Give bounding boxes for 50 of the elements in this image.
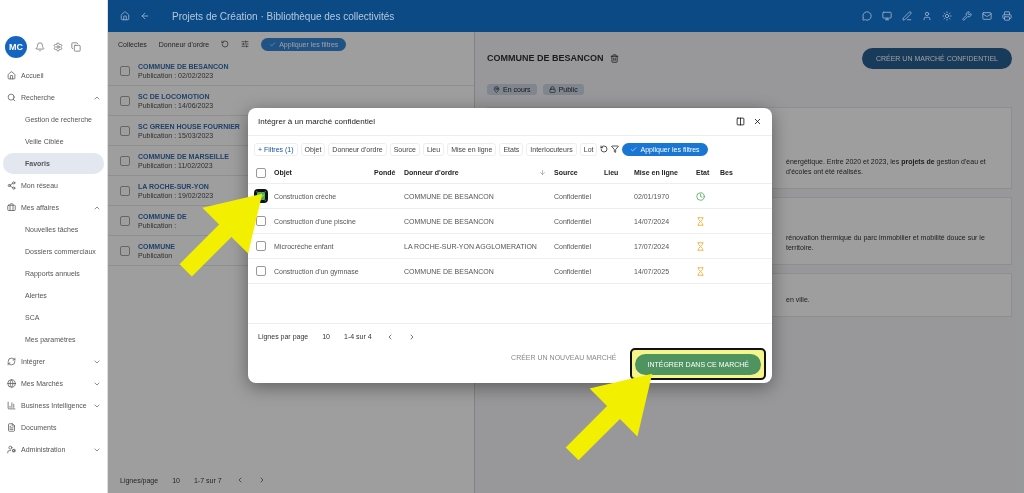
sun-icon[interactable] — [942, 11, 952, 21]
user-settings-icon — [7, 445, 16, 454]
row-checkbox[interactable] — [120, 185, 130, 196]
briefcase-icon — [7, 203, 16, 212]
row-checkbox[interactable] — [120, 125, 130, 136]
detail-title: COMMUNE DE BESANCON — [487, 53, 604, 63]
map-pin-icon — [493, 86, 500, 93]
row-checkbox[interactable] — [120, 95, 130, 106]
row-checkbox[interactable] — [256, 241, 266, 251]
back-arrow-icon[interactable] — [140, 11, 150, 21]
undo-icon[interactable] — [221, 40, 230, 48]
sliders-icon[interactable] — [241, 40, 250, 48]
copy-icon[interactable] — [71, 42, 81, 52]
search-icon — [7, 93, 16, 102]
row-checkbox[interactable] — [256, 266, 266, 276]
page-title: Projets de Création · Bibliothèque des collectivités — [172, 10, 396, 22]
settings-icon[interactable] — [53, 42, 63, 52]
user-icon[interactable] — [922, 11, 932, 21]
row-checkbox[interactable] — [120, 155, 130, 166]
mail-icon[interactable] — [982, 11, 992, 21]
user-avatar[interactable]: MC — [5, 36, 27, 58]
printer-icon[interactable] — [1002, 11, 1012, 21]
undo-icon[interactable] — [600, 145, 609, 153]
row-checkbox[interactable] — [256, 216, 266, 226]
row-checkbox[interactable] — [120, 245, 130, 256]
wrench-icon[interactable] — [962, 11, 972, 21]
row-checkbox[interactable] — [120, 65, 130, 76]
columns-icon[interactable] — [736, 117, 745, 126]
lock-icon — [548, 86, 556, 93]
row-checkbox[interactable] — [120, 215, 130, 226]
check-icon — [269, 40, 277, 48]
monitor-icon[interactable] — [882, 11, 892, 21]
select-all-checkbox[interactable] — [256, 167, 266, 178]
share-icon — [7, 181, 16, 190]
trash-icon[interactable] — [609, 53, 619, 63]
bar-chart-icon — [7, 401, 16, 410]
bell-icon[interactable] — [35, 42, 45, 52]
pen-icon[interactable] — [902, 11, 912, 21]
chat-icon[interactable] — [862, 11, 872, 21]
document-icon — [7, 423, 16, 432]
filter-icon[interactable] — [611, 145, 620, 153]
close-icon[interactable] — [753, 117, 762, 126]
home-icon[interactable] — [120, 11, 130, 21]
globe-icon — [7, 379, 16, 388]
check-icon — [630, 145, 638, 153]
row-checkbox[interactable] — [256, 191, 266, 201]
home-icon — [7, 71, 16, 80]
sort-arrow-icon[interactable] — [539, 169, 546, 176]
refresh-icon — [7, 357, 16, 366]
dialog-title: Intégrer à un marché confidentiel — [258, 117, 376, 126]
